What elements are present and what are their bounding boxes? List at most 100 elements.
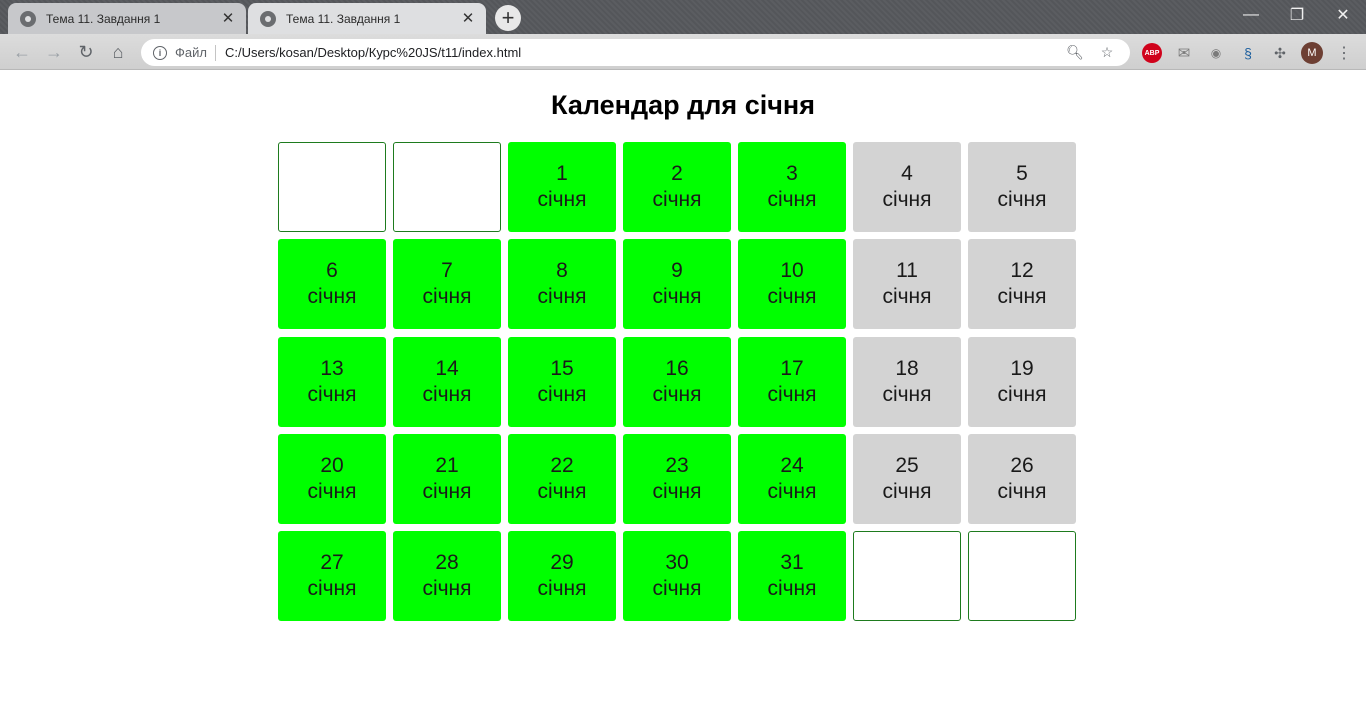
day-number: 10 <box>780 259 804 283</box>
browser-tab-active[interactable]: Тема 11. Завдання 1 ✕ <box>248 3 486 34</box>
day-number: 20 <box>320 453 344 477</box>
month-label: січня <box>767 577 817 601</box>
day-number: 29 <box>550 551 574 575</box>
calendar-day-cell: 16 січня <box>623 336 731 427</box>
close-window-icon[interactable]: ✕ <box>1320 0 1366 30</box>
month-label: січня <box>422 577 472 601</box>
calendar-day-cell: 14 січня <box>393 336 501 427</box>
scheme-label: Файл <box>175 45 207 60</box>
day-number: 22 <box>550 453 574 477</box>
tab-title: Тема 11. Завдання 1 <box>286 11 401 26</box>
day-number: 23 <box>665 453 689 477</box>
month-label: січня <box>882 188 932 211</box>
divider <box>214 44 216 61</box>
day-number: 18 <box>895 356 919 380</box>
home-icon[interactable]: ⌂ <box>106 40 130 64</box>
calendar-day-cell: 13 січня <box>278 336 386 427</box>
month-label: січня <box>767 285 817 309</box>
day-number: 24 <box>780 453 804 477</box>
day-number: 26 <box>1010 453 1034 477</box>
bookmark-star-icon[interactable]: ☆ <box>1096 44 1118 61</box>
calendar-empty-cell <box>853 531 961 622</box>
month-label: січня <box>537 479 587 503</box>
calendar-empty-cell <box>278 142 386 232</box>
calendar-day-cell: 28 січня <box>393 531 501 622</box>
calendar-day-cell: 12 січня <box>968 239 1076 330</box>
calendar-day-cell: 9 січня <box>623 239 731 330</box>
calendar-day-cell: 7 січня <box>393 239 501 330</box>
calendar-day-cell: 18 січня <box>853 336 961 427</box>
avatar[interactable]: M <box>1301 42 1323 64</box>
calendar-day-cell: 25 січня <box>853 433 961 524</box>
day-number: 16 <box>665 356 689 380</box>
day-number: 25 <box>895 453 919 477</box>
day-number: 28 <box>435 551 459 575</box>
month-label: січня <box>307 285 357 309</box>
calendar-day-cell: 4 січня <box>853 142 961 232</box>
calendar-day-cell: 8 січня <box>508 239 616 330</box>
info-icon[interactable]: i <box>153 45 167 60</box>
puzzle-icon[interactable]: ✣ <box>1270 43 1290 63</box>
day-number: 5 <box>1016 162 1028 185</box>
month-label: січня <box>767 479 817 503</box>
extension-s-icon[interactable]: § <box>1238 43 1258 63</box>
month-label: січня <box>422 285 472 309</box>
day-number: 7 <box>441 259 453 283</box>
tab-close-icon[interactable]: ✕ <box>220 10 236 27</box>
calendar-day-cell: 23 січня <box>623 433 731 524</box>
adblock-plus-icon[interactable]: ABP <box>1142 43 1162 63</box>
back-arrow-icon[interactable]: ← <box>10 40 34 64</box>
day-number: 4 <box>901 162 913 185</box>
month-label: січня <box>652 285 702 309</box>
record-icon[interactable]: ◉ <box>1206 43 1226 63</box>
day-number: 14 <box>435 356 459 380</box>
minimize-icon[interactable]: — <box>1228 0 1274 30</box>
month-label: січня <box>537 577 587 601</box>
day-number: 1 <box>556 162 568 185</box>
month-label: січня <box>422 382 472 406</box>
calendar-day-cell: 2 січня <box>623 142 731 232</box>
tab-title: Тема 11. Завдання 1 <box>46 11 161 26</box>
month-label: січня <box>882 479 932 503</box>
globe-icon <box>20 10 36 27</box>
menu-dots-icon[interactable]: ⋮ <box>1334 43 1354 63</box>
calendar-day-cell: 10 січня <box>738 239 846 330</box>
reload-icon[interactable]: ↻ <box>74 40 98 64</box>
restore-icon[interactable]: ❐ <box>1274 0 1320 30</box>
mail-icon[interactable]: ✉ <box>1174 43 1194 63</box>
calendar-empty-cell <box>968 531 1076 622</box>
browser-tab[interactable]: Тема 11. Завдання 1 ✕ <box>8 3 246 34</box>
day-number: 30 <box>665 551 689 575</box>
month-label: січня <box>997 188 1047 211</box>
calendar-day-cell: 30 січня <box>623 531 731 622</box>
day-number: 8 <box>556 259 568 283</box>
day-number: 31 <box>780 551 804 575</box>
calendar-day-cell: 17 січня <box>738 336 846 427</box>
calendar-day-cell: 19 січня <box>968 336 1076 427</box>
forward-arrow-icon[interactable]: → <box>42 40 66 64</box>
month-label: січня <box>997 382 1047 406</box>
new-tab-button[interactable]: + <box>495 5 521 31</box>
page-title: Календар для січня <box>551 90 815 120</box>
month-label: січня <box>537 382 587 406</box>
day-number: 3 <box>786 162 798 185</box>
address-bar[interactable]: i Файл C:/Users/kosan/Desktop/Курс%20JS/… <box>141 39 1130 66</box>
month-label: січня <box>997 285 1047 309</box>
month-label: січня <box>767 188 817 211</box>
zoom-icon[interactable]: 🔍︎ <box>1064 44 1086 61</box>
day-number: 19 <box>1010 356 1034 380</box>
url-text[interactable]: C:/Users/kosan/Desktop/Курс%20JS/t11/ind… <box>225 45 1054 60</box>
calendar-day-cell: 21 січня <box>393 433 501 524</box>
day-number: 13 <box>320 356 344 380</box>
tab-close-icon[interactable]: ✕ <box>460 10 476 27</box>
day-number: 17 <box>780 356 804 380</box>
day-number: 6 <box>326 259 338 283</box>
day-number: 12 <box>1010 259 1034 283</box>
month-label: січня <box>882 382 932 406</box>
month-label: січня <box>307 577 357 601</box>
day-number: 9 <box>671 259 683 283</box>
calendar-day-cell: 27 січня <box>278 531 386 622</box>
month-label: січня <box>537 188 587 211</box>
calendar-day-cell: 20 січня <box>278 433 386 524</box>
month-label: січня <box>767 382 817 406</box>
